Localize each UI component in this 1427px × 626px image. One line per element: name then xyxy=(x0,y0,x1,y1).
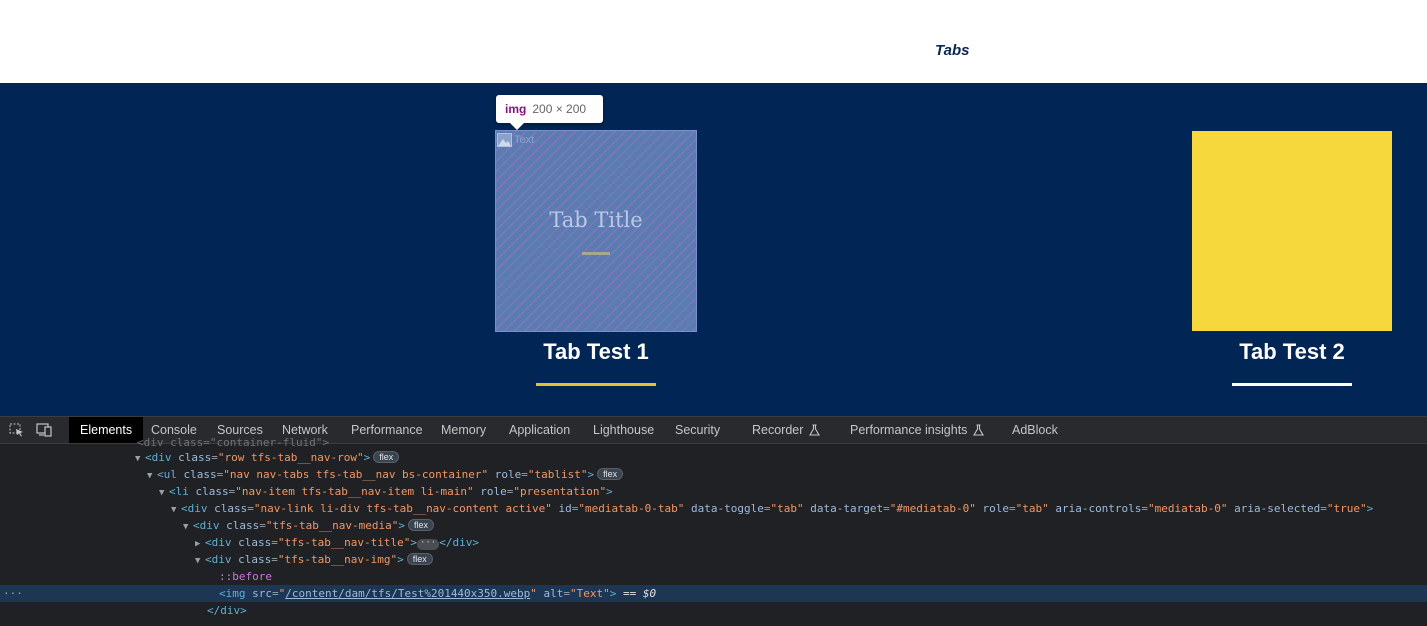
elements-dom-tree: <div class="container-fluid"> ▼ <div clas… xyxy=(0,436,1427,626)
devtools-panel: Elements Console Sources Network Perform… xyxy=(0,416,1427,626)
tabs-heading: Tabs xyxy=(935,42,970,59)
tooltip-arrow xyxy=(509,122,525,130)
dom-line-nav-img[interactable]: ▼ <div class="tfs-tab__nav-img"> flex xyxy=(0,551,1427,568)
broken-image-icon xyxy=(497,133,512,147)
image-title-dash xyxy=(582,252,610,255)
flex-badge[interactable]: flex xyxy=(407,519,434,531)
image-alt-text: Text xyxy=(514,134,535,146)
more-options-icon[interactable]: ··· xyxy=(3,585,23,602)
flex-badge[interactable]: flex xyxy=(597,468,624,480)
dom-line-nav-link[interactable]: ▼ <div class="nav-link li-div tfs-tab__na… xyxy=(0,500,1427,517)
device-toolbar-icon[interactable] xyxy=(36,423,52,437)
flex-badge[interactable]: flex xyxy=(406,553,433,565)
tab-1-active-underline xyxy=(536,383,656,386)
tab-1-image[interactable]: Text Tab Title xyxy=(495,130,697,332)
tab-section: Text Tab Title Tab Test 1 Tab Test 2 xyxy=(0,83,1427,416)
inspect-element-icon[interactable] xyxy=(9,423,25,437)
dom-line-ul[interactable]: ▼ <ul class="nav nav-tabs tfs-tab__nav bs… xyxy=(0,466,1427,483)
image-tab-title: Tab Title xyxy=(549,208,643,232)
flex-badge[interactable]: flex xyxy=(373,451,400,463)
tab-elements[interactable]: Elements xyxy=(69,417,144,443)
collapsed-ellipsis[interactable]: ··· xyxy=(416,539,440,550)
tooltip-dimensions: 200 × 200 xyxy=(532,102,587,116)
dom-line-nav-media[interactable]: ▼ <div class="tfs-tab__nav-media"> flex xyxy=(0,517,1427,534)
dom-line-img-selected[interactable]: ··· <img src="/content/dam/tfs/Test%20144… xyxy=(0,585,1427,602)
dom-line-nav-title[interactable]: ▶ <div class="tfs-tab__nav-title"> ··· </di… xyxy=(0,534,1427,551)
dom-line-close-div[interactable]: </div> xyxy=(0,602,1427,619)
tab-2-label[interactable]: Tab Test 2 xyxy=(1192,339,1392,365)
page-header: Tabs xyxy=(0,0,1427,83)
dom-line-row[interactable]: ▼ <div class="row tfs-tab__nav-row"> flex xyxy=(0,449,1427,466)
tab-2-image[interactable] xyxy=(1192,131,1392,331)
tab-2-underline xyxy=(1232,383,1352,386)
tooltip-tag: img xyxy=(505,102,527,116)
dom-line-before[interactable]: ::before xyxy=(0,568,1427,585)
inspector-tooltip: img 200 × 200 xyxy=(496,95,603,123)
dom-line-li[interactable]: ▼ <li class="nav-item tfs-tab__nav-item l… xyxy=(0,483,1427,500)
tab-1-label[interactable]: Tab Test 1 xyxy=(496,339,696,365)
